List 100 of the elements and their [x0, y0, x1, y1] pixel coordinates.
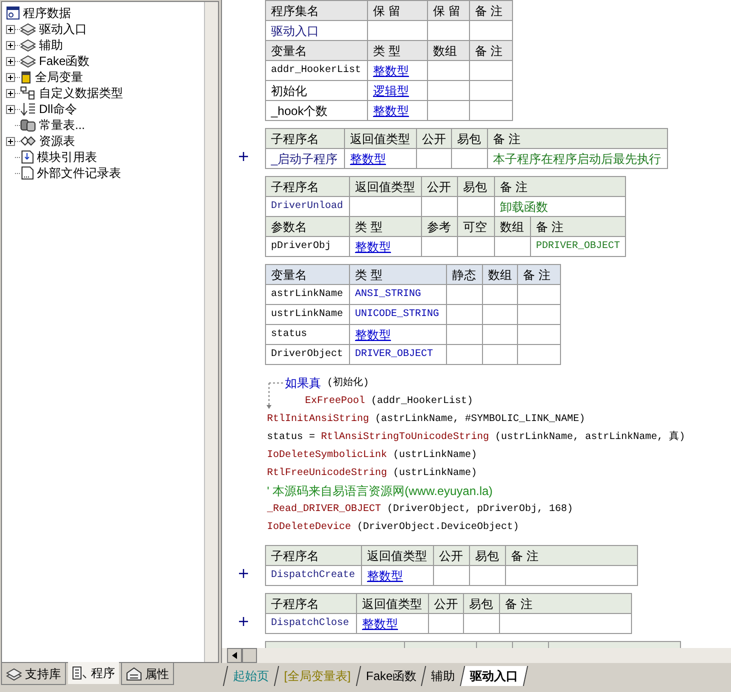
- column-header: 类 型: [350, 217, 422, 237]
- column-header: 备 注: [470, 1, 513, 21]
- column-header: 数组: [483, 265, 518, 285]
- table-cell: [368, 21, 428, 41]
- table-cell: [417, 149, 452, 169]
- column-header: 易包: [470, 546, 506, 566]
- stack-icon: [20, 22, 36, 36]
- table-cell: [470, 61, 513, 81]
- tree-item[interactable]: 资源表: [39, 132, 75, 150]
- column-header: 返回值类型: [345, 129, 417, 149]
- column-header: 易包: [464, 594, 500, 614]
- panel-tab[interactable]: 属性: [121, 663, 174, 685]
- table-cell: 本子程序在程序启动后最先执行: [488, 149, 668, 169]
- document-arrow-icon: [20, 150, 34, 164]
- table-cell: [458, 237, 495, 257]
- table-cell: [447, 325, 483, 345]
- panel-tab[interactable]: 支持库: [1, 663, 66, 685]
- table-cell: [422, 237, 458, 257]
- table-cell: [434, 566, 470, 586]
- column-header: 静态: [447, 265, 483, 285]
- scrollbar[interactable]: [204, 2, 218, 662]
- column-header: 子程序名: [266, 594, 357, 614]
- table-cell: [422, 197, 458, 217]
- table-cell: PDRIVER_OBJECT: [531, 237, 626, 257]
- stack-icon: [20, 54, 36, 68]
- table-cell: [518, 325, 561, 345]
- column-header: 易包: [452, 129, 488, 149]
- code-line: IoDeleteDevice (DriverObject.DeviceObject): [267, 520, 520, 534]
- table-cell: [518, 345, 561, 365]
- column-header: 返回值类型: [350, 177, 422, 197]
- expand-icon[interactable]: [239, 617, 248, 626]
- expand-box-icon[interactable]: [6, 40, 15, 50]
- diagram-icon: [20, 86, 36, 100]
- panel-tab[interactable]: 程序: [68, 662, 119, 684]
- table-cell: ustrLinkName: [266, 305, 350, 325]
- scroll-left-button[interactable]: [227, 648, 242, 663]
- table-cell: DRIVER_OBJECT: [350, 345, 447, 365]
- column-header: 备 注: [518, 265, 561, 285]
- column-header: 保 留: [428, 1, 470, 21]
- file-tab[interactable]: 驱动入口: [460, 666, 528, 686]
- tree-item[interactable]: 模块引用表: [37, 148, 97, 166]
- table-cell: 卸载函数: [495, 197, 626, 217]
- expand-box-icon[interactable]: [6, 56, 15, 66]
- tree-item[interactable]: 驱动入口: [39, 20, 87, 38]
- stack-icon: [20, 38, 36, 52]
- stack-icon: [6, 666, 22, 680]
- table-cell: [452, 149, 488, 169]
- table-cell: DriverObject: [266, 345, 350, 365]
- table-cell: [470, 81, 513, 101]
- column-header: 备 注: [488, 129, 668, 149]
- table-cell: UNICODE_STRING: [350, 305, 447, 325]
- table-cell: [483, 305, 518, 325]
- document-icon: [20, 166, 34, 180]
- tree-item[interactable]: 全局变量: [35, 68, 83, 86]
- column-header: 备 注: [506, 546, 638, 566]
- table-cell: 初始化: [266, 81, 368, 101]
- expand-icon[interactable]: [239, 569, 248, 578]
- tree-item[interactable]: 常量表...: [39, 116, 86, 134]
- table-cell: [447, 305, 483, 325]
- expand-box-icon[interactable]: [6, 24, 15, 34]
- table-cell: [428, 61, 470, 81]
- table-cell: [447, 345, 483, 365]
- table-cell: DispatchCreate: [266, 566, 362, 586]
- column-header: 变量名: [266, 265, 350, 285]
- column-header: 类 型: [368, 41, 428, 61]
- column-header: 备 注: [470, 41, 513, 61]
- expand-icon[interactable]: [239, 152, 248, 161]
- column-header: 公开: [429, 594, 464, 614]
- tree-item[interactable]: 自定义数据类型: [39, 84, 123, 102]
- horizontal-scrollbar[interactable]: [222, 648, 731, 663]
- table-cell: _hook个数: [266, 101, 368, 121]
- table-cell: pDriverObj: [266, 237, 350, 257]
- table-cell: DispatchClose: [266, 614, 357, 634]
- tree-item[interactable]: Fake函数: [39, 52, 90, 70]
- column-header: 保 留: [368, 1, 428, 21]
- column-header: 数组: [495, 217, 531, 237]
- expand-box-icon[interactable]: [6, 104, 15, 114]
- table-cell: addr_HookerList: [266, 61, 368, 81]
- table-cell: astrLinkName: [266, 285, 350, 305]
- expand-box-icon[interactable]: [6, 88, 15, 98]
- table-cell: [470, 101, 513, 121]
- table-cell: 逻辑型: [368, 81, 428, 101]
- tree-item[interactable]: 辅助: [39, 36, 63, 54]
- table-cell: [470, 566, 506, 586]
- table-cell: 整数型: [368, 61, 428, 81]
- table-cell: 整数型: [345, 149, 417, 169]
- table-cell: DriverUnload: [266, 197, 350, 217]
- column-header: 备 注: [531, 217, 626, 237]
- tree-item[interactable]: 外部文件记录表: [37, 164, 121, 182]
- column-header: 子程序名: [266, 546, 362, 566]
- expand-box-icon[interactable]: [6, 72, 15, 82]
- table-cell: _启动子程序: [266, 149, 345, 169]
- code-line: 如果真 (初始化): [285, 375, 370, 392]
- expand-box-icon[interactable]: [6, 136, 15, 146]
- table-cell: [483, 325, 518, 345]
- list-arrow-icon: [20, 102, 36, 116]
- table-cell: [428, 101, 470, 121]
- scroll-thumb[interactable]: [242, 648, 257, 663]
- tree-item[interactable]: Dll命令: [39, 100, 77, 118]
- tree-item[interactable]: 程序数据: [6, 5, 204, 21]
